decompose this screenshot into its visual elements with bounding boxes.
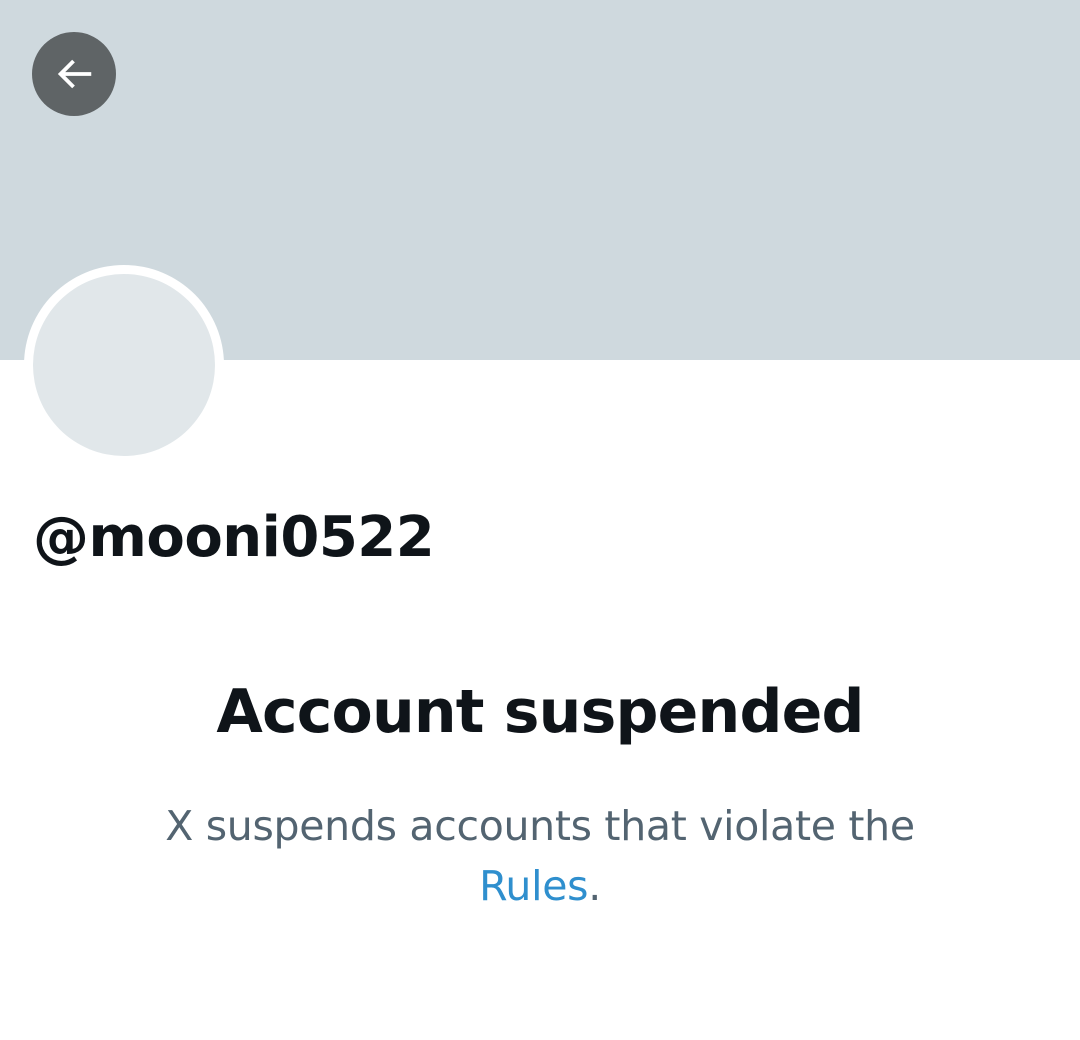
rules-link[interactable]: Rules [479,862,588,910]
avatar-placeholder [33,274,215,456]
suspension-message: X suspends accounts that violate the Rul… [120,796,960,916]
suspension-message-period: . [588,862,601,910]
arrow-left-icon [57,59,92,89]
avatar [24,265,224,465]
suspension-message-text: X suspends accounts that violate the [165,802,915,850]
suspension-title: Account suspended [216,677,864,747]
profile-handle: @mooni0522 [33,505,435,570]
back-button[interactable] [32,32,116,116]
